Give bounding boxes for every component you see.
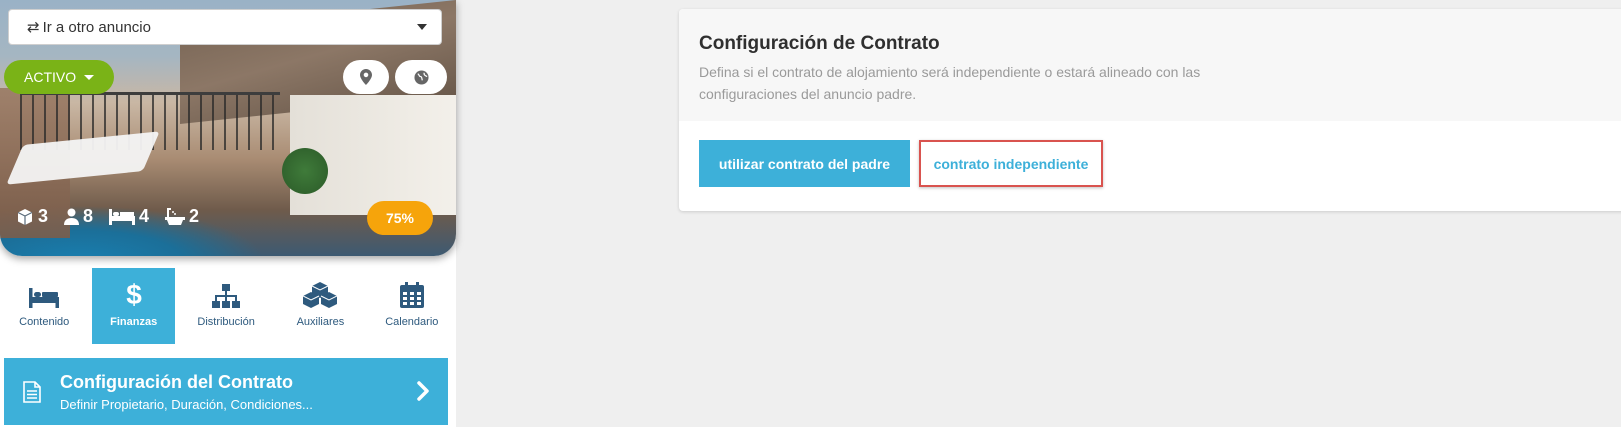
- tab-auxiliares[interactable]: Auxiliares: [273, 268, 367, 344]
- map-pin-icon: [360, 69, 372, 85]
- hero-plant: [282, 148, 328, 194]
- stat-baths-value: 2: [189, 206, 200, 226]
- bathtub-icon: [165, 207, 186, 225]
- chevron-right-icon: [417, 381, 429, 401]
- bed-icon: [29, 288, 60, 308]
- completion-badge: 75%: [367, 201, 433, 235]
- svg-text:$: $: [126, 280, 142, 308]
- tab-calendario[interactable]: Calendario: [368, 268, 456, 344]
- stat-guests: 8: [64, 206, 93, 227]
- stat-rooms-value: 3: [38, 206, 49, 226]
- document-icon: [4, 380, 60, 403]
- cube-icon: [17, 208, 33, 225]
- contract-card-title: Configuración del Contrato: [60, 371, 293, 392]
- tab-contenido[interactable]: Contenido: [0, 268, 88, 344]
- globe-button[interactable]: [395, 60, 447, 94]
- map-pin-button[interactable]: [343, 60, 389, 94]
- stat-guests-value: 8: [83, 206, 94, 226]
- listing-switcher[interactable]: ⇄ Ir a otro anuncio: [8, 9, 442, 45]
- contract-card-text: Configuración del Contrato Definir Propi…: [60, 372, 313, 412]
- listing-stats: 3 8 4 2: [16, 206, 215, 227]
- stat-beds: 4: [109, 206, 149, 227]
- listing-hero-photo: ⇄ Ir a otro anuncio ACTIVO 3 8 4 2 75%: [0, 0, 456, 256]
- status-dropdown[interactable]: ACTIVO: [4, 60, 114, 94]
- section-tabs: Contenido $ Finanzas Distribución Auxili…: [0, 268, 456, 346]
- bed-icon: [109, 208, 136, 225]
- tab-calendario-label: Calendario: [385, 316, 439, 328]
- tab-auxiliares-label: Auxiliares: [296, 316, 345, 328]
- listing-sidebar: ⇄ Ir a otro anuncio ACTIVO 3 8 4 2 75% C…: [0, 0, 456, 427]
- panel-actions: utilizar contrato del padre contrato ind…: [699, 140, 1103, 187]
- caret-down-icon: [84, 74, 95, 80]
- tab-contenido-label: Contenido: [19, 316, 70, 328]
- chevron-down-icon: [417, 24, 427, 30]
- user-icon: [64, 208, 80, 225]
- stat-beds-value: 4: [139, 206, 150, 226]
- tab-finanzas-label: Finanzas: [110, 316, 158, 328]
- status-label: ACTIVO: [24, 69, 77, 85]
- stat-rooms: 3: [16, 206, 48, 227]
- panel-description: Defina si el contrato de alojamiento ser…: [699, 64, 1201, 102]
- contract-card-subtitle: Definir Propietario, Duración, Condicion…: [60, 396, 313, 412]
- swap-icon: ⇄: [27, 19, 40, 36]
- calendar-icon: [399, 282, 424, 308]
- cubes-icon: [303, 282, 338, 308]
- tab-distribucion[interactable]: Distribución: [179, 268, 273, 344]
- listing-switcher-label: Ir a otro anuncio: [42, 18, 151, 36]
- stat-baths: 2: [165, 206, 199, 227]
- use-parent-contract-button[interactable]: utilizar contrato del padre: [699, 140, 910, 187]
- panel-title: Configuración de Contrato: [699, 33, 940, 54]
- independent-contract-button[interactable]: contrato independiente: [919, 140, 1103, 187]
- sitemap-icon: [212, 284, 241, 308]
- contract-settings-panel: Configuración de Contrato Defina si el c…: [679, 9, 1621, 211]
- panel-header: Configuración de Contrato Defina si el c…: [679, 9, 1621, 121]
- contract-config-card[interactable]: Configuración del Contrato Definir Propi…: [4, 358, 448, 425]
- tab-finanzas[interactable]: $ Finanzas: [92, 268, 175, 344]
- globe-icon: [413, 69, 429, 85]
- tab-distribucion-label: Distribución: [197, 316, 255, 328]
- dollar-icon: $: [126, 280, 142, 308]
